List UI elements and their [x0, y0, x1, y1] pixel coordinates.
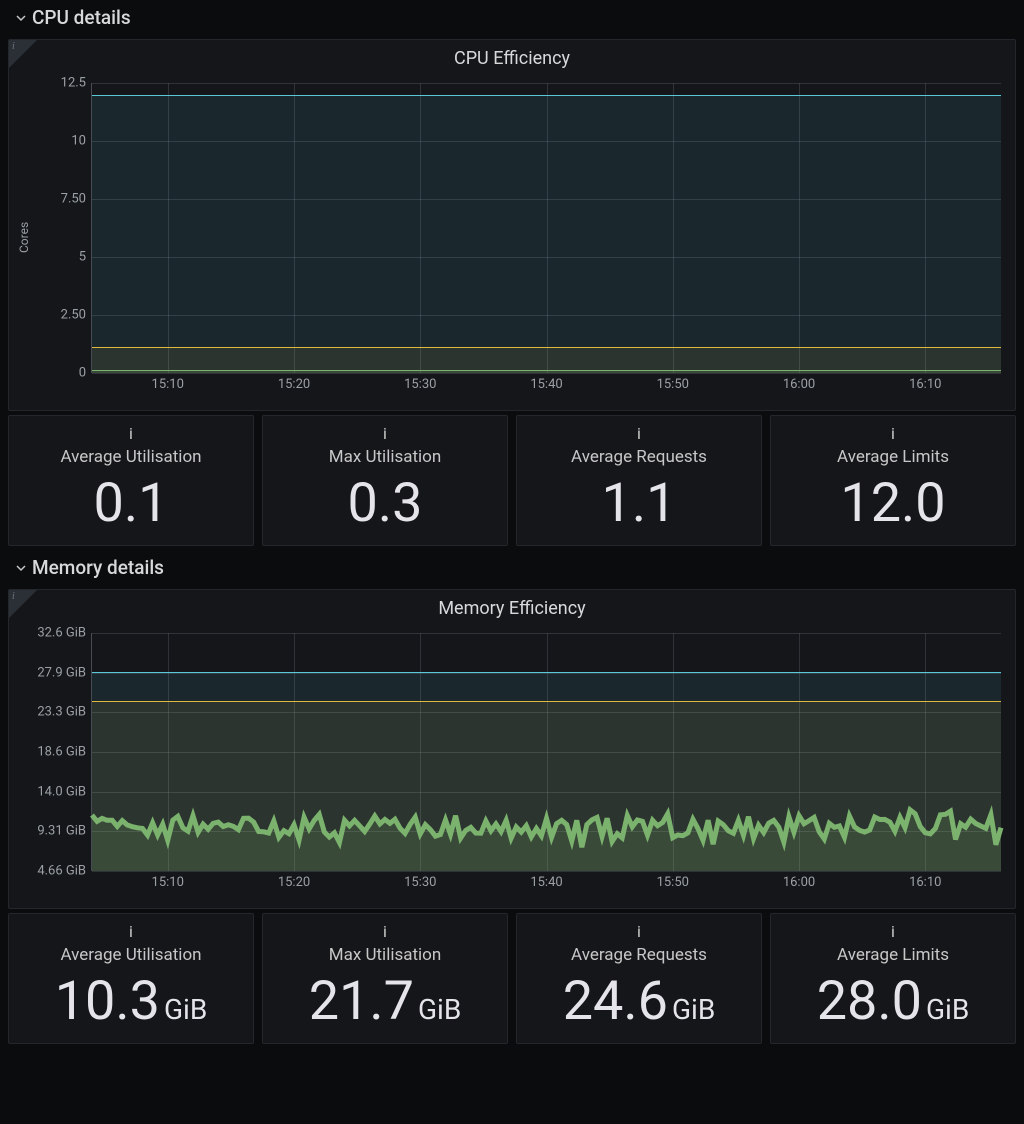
panel-title[interactable]: CPU Efficiency — [9, 40, 1015, 73]
section-header-memory[interactable]: Memory details — [0, 550, 1024, 585]
y-tick: 14.0 GiB — [37, 784, 86, 799]
stat-number: 24.6 — [563, 970, 668, 1033]
stat-unit: GiB — [672, 993, 715, 1026]
y-tick: 10 — [71, 134, 86, 149]
cpu-stat-2[interactable]: iAverage Requests1.1 — [516, 415, 762, 546]
panel-title[interactable]: Memory Efficiency — [9, 590, 1015, 623]
x-tick: 15:20 — [278, 875, 310, 890]
panel-cpu-efficiency[interactable]: i CPU Efficiency Cores 0 2.50 5 7.50 10 12.5 1… — [8, 39, 1016, 411]
x-tick: 15:50 — [657, 875, 689, 890]
info-icon[interactable]: i — [9, 40, 37, 68]
cpu-stat-row: iAverage Utilisation0.1iMax Utilisation0… — [8, 415, 1016, 546]
stat-unit: GiB — [164, 993, 207, 1026]
x-tick: 15:50 — [657, 377, 689, 392]
y-tick: 5 — [79, 250, 86, 265]
x-tick: 15:30 — [404, 377, 436, 392]
section-header-cpu[interactable]: CPU details — [0, 0, 1024, 35]
info-icon[interactable]: i — [13, 424, 249, 443]
x-tick: 15:20 — [278, 377, 310, 392]
info-icon[interactable]: i — [13, 922, 249, 941]
info-icon[interactable]: i — [267, 922, 503, 941]
section-title: CPU details — [32, 6, 131, 29]
info-icon[interactable]: i — [267, 424, 503, 443]
info-icon[interactable]: i — [775, 922, 1011, 941]
stat-value: 10.3GiB — [13, 975, 249, 1029]
stat-number: 10.3 — [55, 970, 160, 1033]
y-tick: 32.6 GiB — [37, 626, 86, 641]
y-tick: 18.6 GiB — [37, 745, 86, 760]
mem-stat-0[interactable]: iAverage Utilisation10.3GiB — [8, 913, 254, 1044]
chevron-down-icon — [16, 13, 26, 23]
x-tick: 16:10 — [909, 875, 941, 890]
stat-value: 28.0GiB — [775, 975, 1011, 1029]
mem-plot-area[interactable]: 4.66 GiB9.31 GiB14.0 GiB18.6 GiB23.3 GiB… — [91, 633, 1001, 871]
stat-number: 28.0 — [817, 970, 922, 1033]
mem-stat-2[interactable]: iAverage Requests24.6GiB — [516, 913, 762, 1044]
info-icon[interactable]: i — [9, 590, 37, 618]
mem-chart-body: 4.66 GiB 9.31 GiB 14.0 GiB 18.6 GiB 23.3 GiB… — [15, 623, 1007, 899]
info-icon[interactable]: i — [521, 922, 757, 941]
stat-value: 0.1 — [13, 477, 249, 531]
x-tick: 16:10 — [909, 377, 941, 392]
stat-value: 1.1 — [521, 477, 757, 531]
x-tick: 15:10 — [152, 377, 184, 392]
mem-stat-3[interactable]: iAverage Limits28.0GiB — [770, 913, 1016, 1044]
stat-number: 1.1 — [602, 472, 677, 535]
stat-number: 0.3 — [348, 472, 423, 535]
y-tick: 2.50 — [61, 308, 86, 323]
y-axis-label: Cores — [15, 73, 33, 401]
x-tick: 15:40 — [530, 875, 562, 890]
panel-memory-efficiency[interactable]: i Memory Efficiency 4.66 GiB 9.31 GiB 14.0… — [8, 589, 1016, 909]
stat-value: 24.6GiB — [521, 975, 757, 1029]
stat-number: 12.0 — [840, 472, 945, 535]
chevron-down-icon — [16, 563, 26, 573]
cpu-chart-body: 0 2.50 5 7.50 10 12.5 15:10 15:20 15:30 15:40 15:5… — [33, 73, 1007, 401]
mem-stat-row: iAverage Utilisation10.3GiBiMax Utilisat… — [8, 913, 1016, 1044]
stat-value: 21.7GiB — [267, 975, 503, 1029]
x-tick: 15:30 — [404, 875, 436, 890]
usage-series — [92, 633, 1001, 871]
x-tick: 16:00 — [783, 377, 815, 392]
y-tick: 7.50 — [61, 192, 86, 207]
x-tick: 16:00 — [783, 875, 815, 890]
stat-value: 12.0 — [775, 477, 1011, 531]
stat-value: 0.3 — [267, 477, 503, 531]
y-tick: 12.5 — [61, 76, 86, 91]
mem-stat-1[interactable]: iMax Utilisation21.7GiB — [262, 913, 508, 1044]
y-tick: 9.31 GiB — [37, 824, 86, 839]
cpu-stat-1[interactable]: iMax Utilisation0.3 — [262, 415, 508, 546]
section-title: Memory details — [32, 556, 164, 579]
info-icon[interactable]: i — [521, 424, 757, 443]
y-tick: 4.66 GiB — [37, 864, 86, 879]
y-tick: 23.3 GiB — [37, 705, 86, 720]
x-tick: 15:10 — [152, 875, 184, 890]
cpu-stat-3[interactable]: iAverage Limits12.0 — [770, 415, 1016, 546]
stat-number: 21.7 — [309, 970, 414, 1033]
stat-unit: GiB — [926, 993, 969, 1026]
stat-unit: GiB — [418, 993, 461, 1026]
x-tick: 15:40 — [530, 377, 562, 392]
y-tick: 27.9 GiB — [37, 665, 86, 680]
y-tick: 0 — [79, 366, 86, 381]
info-icon[interactable]: i — [775, 424, 1011, 443]
stat-number: 0.1 — [94, 472, 169, 535]
cpu-stat-0[interactable]: iAverage Utilisation0.1 — [8, 415, 254, 546]
cpu-plot-area[interactable]: 02.5057.501012.515:1015:2015:3015:4015:5… — [91, 83, 1001, 373]
